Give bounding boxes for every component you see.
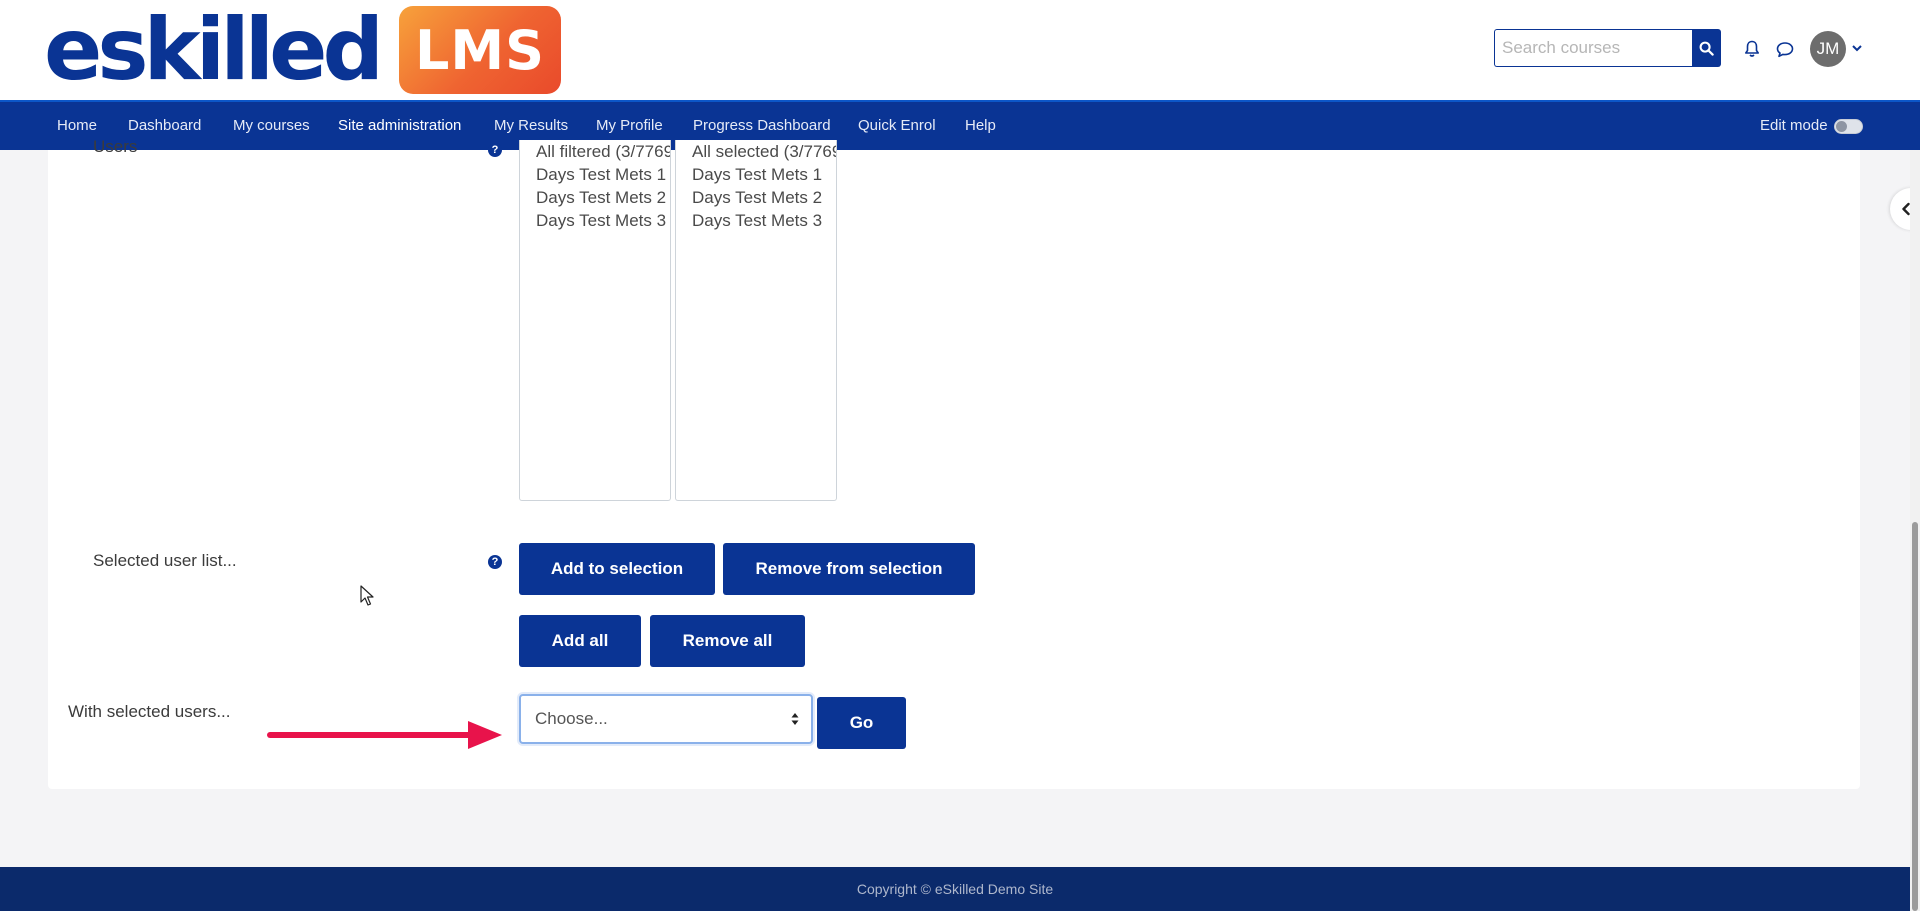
logo-lms-badge: LMS (399, 6, 562, 94)
nav-site-administration[interactable]: Site administration (338, 102, 461, 150)
selected-users-listbox[interactable]: All selected (3/7769) Days Test Mets 1 D… (675, 140, 837, 501)
edit-mode-label: Edit mode (1760, 117, 1828, 134)
add-all-button[interactable]: Add all (519, 615, 641, 667)
search-icon (1699, 41, 1714, 56)
chevron-down-icon[interactable] (1850, 41, 1864, 55)
users-label: Users (93, 137, 138, 156)
page-footer: Copyright © eSkilled Demo Site (0, 867, 1910, 911)
search-input[interactable] (1494, 29, 1692, 67)
help-icon[interactable]: ? (488, 143, 502, 157)
site-logo[interactable]: eskilled LMS (44, 0, 562, 100)
selected-user-list-label: Selected user list... (93, 551, 237, 570)
nav-help[interactable]: Help (965, 102, 996, 150)
user-avatar[interactable]: JM (1810, 31, 1846, 67)
list-item[interactable]: Days Test Mets 2 (676, 186, 836, 209)
nav-quick-enrol[interactable]: Quick Enrol (858, 102, 936, 150)
nav-dashboard[interactable]: Dashboard (128, 102, 201, 150)
nav-home[interactable]: Home (57, 102, 97, 150)
messages-button[interactable] (1774, 38, 1796, 60)
nav-my-courses[interactable]: My courses (233, 102, 310, 150)
bulk-user-actions-card (48, 150, 1860, 789)
primary-navigation: Home Dashboard My courses Site administr… (0, 100, 1920, 150)
course-search (1494, 29, 1721, 67)
list-item[interactable]: All selected (3/7769) (676, 140, 836, 163)
remove-from-selection-button[interactable]: Remove from selection (723, 543, 975, 595)
list-item[interactable]: Days Test Mets 3 (676, 209, 836, 232)
add-to-selection-button[interactable]: Add to selection (519, 543, 715, 595)
bulk-action-select[interactable]: Choose... (519, 694, 813, 744)
list-item[interactable]: All filtered (3/7769) (520, 140, 670, 163)
list-item[interactable]: Days Test Mets 2 (520, 186, 670, 209)
list-item[interactable]: Days Test Mets 1 (676, 163, 836, 186)
with-selected-users-label: With selected users... (68, 702, 231, 721)
edit-mode-toggle[interactable] (1834, 119, 1863, 134)
annotation-arrow-icon (267, 721, 502, 749)
bell-icon (1745, 40, 1759, 57)
remove-all-button[interactable]: Remove all (650, 615, 805, 667)
copyright-text: Copyright © eSkilled Demo Site (856, 881, 1054, 897)
select-value: Choose... (535, 709, 608, 728)
scrollbar-thumb[interactable] (1912, 522, 1918, 911)
logo-eskilled-text: eskilled (44, 0, 384, 100)
list-item[interactable]: Days Test Mets 1 (520, 163, 670, 186)
notifications-button[interactable] (1741, 38, 1763, 60)
list-item[interactable]: Days Test Mets 3 (520, 209, 670, 232)
top-header: eskilled LMS JM (0, 0, 1920, 100)
mouse-pointer-icon (360, 585, 374, 606)
go-button[interactable]: Go (817, 697, 906, 749)
sort-arrows-icon (791, 713, 799, 725)
search-button[interactable] (1692, 29, 1721, 67)
available-users-listbox[interactable]: All filtered (3/7769) Days Test Mets 1 D… (519, 140, 671, 501)
help-icon[interactable]: ? (488, 555, 502, 569)
chat-bubble-icon (1776, 41, 1794, 57)
